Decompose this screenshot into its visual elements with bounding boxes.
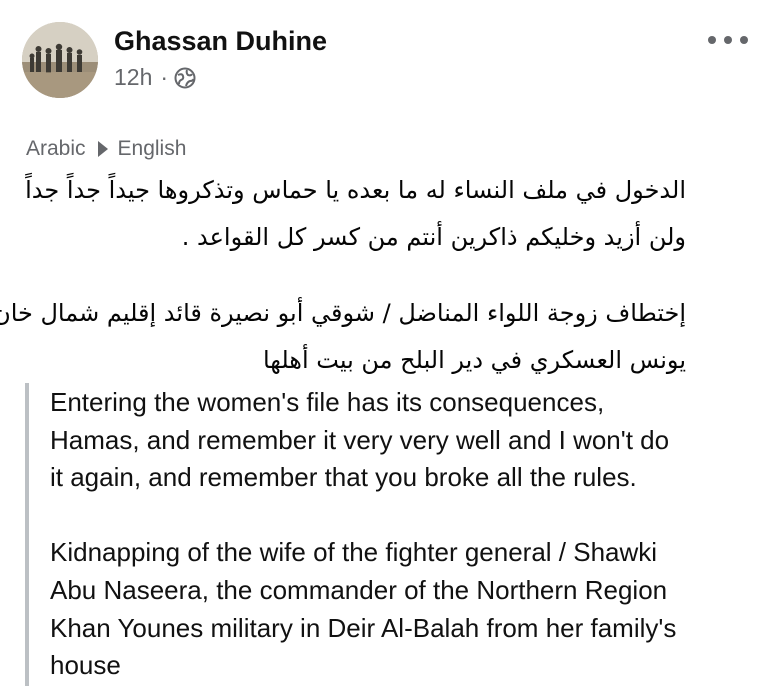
avatar[interactable] <box>22 22 98 98</box>
arabic-text-line-3: إختطاف زوجة اللواء المناضل / شوقي أبو نص… <box>0 299 686 327</box>
translated-text-line-7: house <box>50 650 121 680</box>
play-triangle-icon <box>97 141 108 157</box>
translated-text-line-3: it again, and remember that you broke al… <box>50 462 637 492</box>
arabic-text-line-2: ولن أزيد وخليكم ذاكرين أنتم من كسر كل ال… <box>181 223 686 251</box>
translated-text-line-1: Entering the women's file has its conseq… <box>50 387 605 417</box>
translated-text-line-4: Kidnapping of the wife of the fighter ge… <box>50 537 658 567</box>
source-language: Arabic <box>26 137 86 160</box>
post-meta: 12h · <box>114 64 196 91</box>
post-header: Ghassan Duhine 12h · <box>22 22 752 102</box>
arabic-text-line-4: يونس العسكري في دير البلح من بيت أهلها <box>262 346 686 374</box>
arabic-text-line-1: الدخول في ملف النساء له ما بعده يا حماس … <box>25 176 686 204</box>
avatar-image <box>22 22 98 98</box>
globe-icon <box>174 67 196 89</box>
translated-text-line-6: Khan Younes military in Deir Al-Balah fr… <box>50 613 677 643</box>
author-name[interactable]: Ghassan Duhine <box>114 26 327 57</box>
translation-bar[interactable]: Arabic English <box>26 137 186 161</box>
translation-quote-bar <box>25 383 29 686</box>
target-language: English <box>117 137 187 160</box>
translated-text-line-5: Abu Naseera, the commander of the Northe… <box>50 575 668 605</box>
meta-separator: · <box>160 64 169 90</box>
translated-text-line-2: Hamas, and remember it very very well an… <box>50 425 670 455</box>
post-timestamp[interactable]: 12h <box>114 64 152 91</box>
more-horizontal-icon[interactable] <box>708 30 748 50</box>
